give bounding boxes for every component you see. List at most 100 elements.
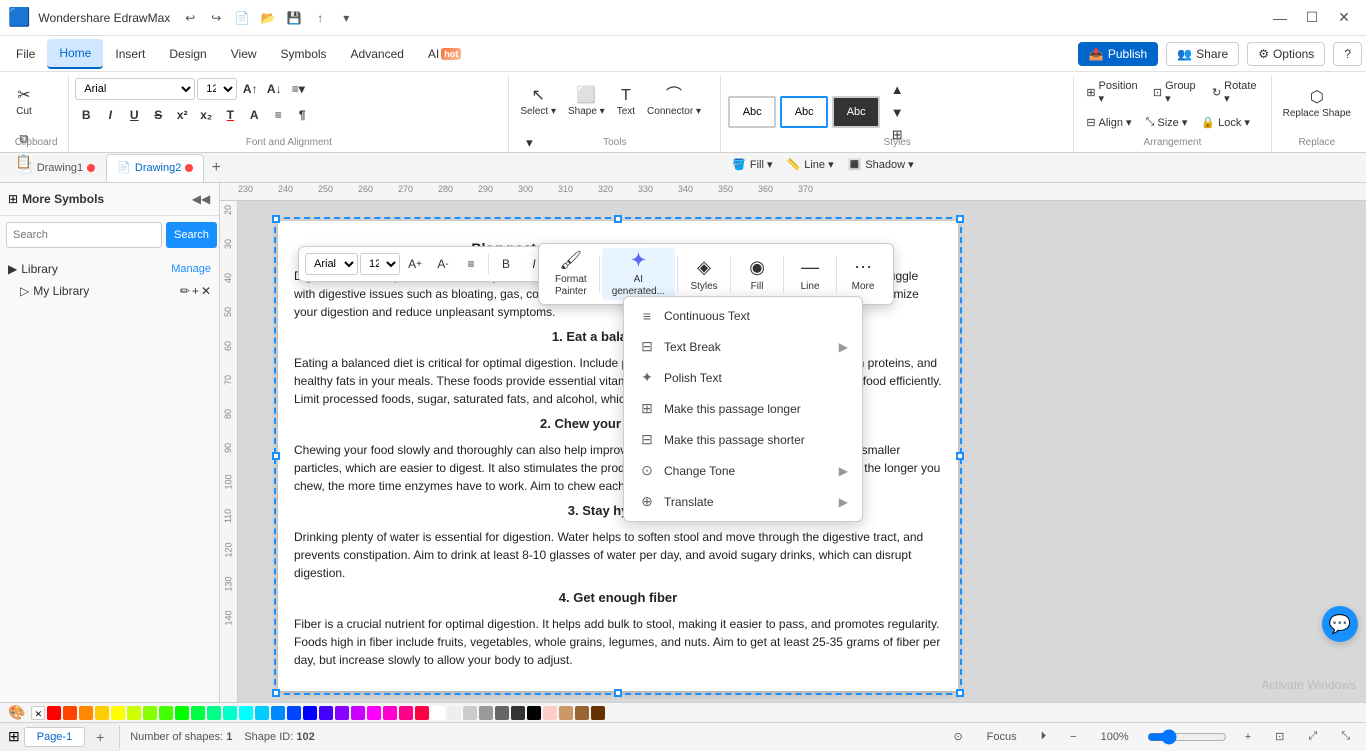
color-swatch[interactable] <box>79 706 93 720</box>
ft-size-select[interactable]: 12 <box>360 253 400 275</box>
ft-align-button[interactable]: ≡ <box>458 251 484 277</box>
color-swatch[interactable] <box>47 706 61 720</box>
color-swatch[interactable] <box>591 706 605 720</box>
color-swatch[interactable] <box>111 706 125 720</box>
color-swatch[interactable] <box>559 706 573 720</box>
tab-drawing2[interactable]: 📄 Drawing2 <box>106 154 204 182</box>
menu-symbols[interactable]: Symbols <box>269 39 339 69</box>
select-button[interactable]: ↖ Select ▾ <box>515 78 561 126</box>
color-swatch[interactable] <box>383 706 397 720</box>
new-button[interactable]: 📄 <box>230 6 254 30</box>
color-none[interactable]: ✕ <box>31 706 45 720</box>
color-swatch[interactable] <box>575 706 589 720</box>
search-button[interactable]: Search <box>166 222 217 248</box>
color-swatch[interactable] <box>367 706 381 720</box>
color-swatch[interactable] <box>207 706 221 720</box>
ft-increase-font[interactable]: A+ <box>402 251 428 277</box>
share-top-button[interactable]: 👥 Share <box>1166 42 1239 66</box>
ft-font-select[interactable]: Arial <box>305 253 358 275</box>
color-swatch[interactable] <box>255 706 269 720</box>
ctx-make-longer[interactable]: ⊞ Make this passage longer <box>624 393 862 424</box>
styles-down[interactable]: ▼ <box>883 101 911 123</box>
redo-button[interactable]: ↪ <box>204 6 228 30</box>
color-swatch[interactable] <box>463 706 477 720</box>
color-swatch[interactable] <box>175 706 189 720</box>
ai-more-button[interactable]: ⋯ More <box>839 248 887 300</box>
ctx-translate[interactable]: ⊕ Translate ▶ <box>624 486 862 517</box>
group-button[interactable]: ⊡Group ▾ <box>1147 78 1204 106</box>
ctx-make-shorter[interactable]: ⊟ Make this passage shorter <box>624 424 862 455</box>
style-box-3[interactable]: Abc <box>832 96 880 128</box>
color-swatch[interactable] <box>447 706 461 720</box>
text-button[interactable]: T Text <box>612 78 640 126</box>
menu-file[interactable]: File <box>4 39 47 69</box>
ctx-change-tone[interactable]: ⊙ Change Tone ▶ <box>624 455 862 486</box>
align-options-button[interactable]: ≡▾ <box>287 78 309 100</box>
ai-styles-button[interactable]: ◈ Styles <box>680 248 728 300</box>
maximize-button[interactable]: ☐ <box>1298 4 1326 32</box>
color-swatch[interactable] <box>399 706 413 720</box>
color-swatch[interactable] <box>511 706 525 720</box>
paragraph-button[interactable]: ¶ <box>291 104 313 126</box>
underline-button[interactable]: U <box>123 104 145 126</box>
shadow-button[interactable]: 🔳Shadow ▾ <box>843 150 919 178</box>
font-family-select[interactable]: ArialTimes New RomanCalibri <box>75 78 195 100</box>
library-header[interactable]: ▶ Library Manage <box>8 258 211 280</box>
menu-insert[interactable]: Insert <box>103 39 157 69</box>
align-button[interactable]: ⊟Align ▾ <box>1080 108 1137 136</box>
styles-up[interactable]: ▲ <box>883 78 911 100</box>
my-library-row[interactable]: ▷ My Library ✏ + ✕ <box>8 280 211 302</box>
add-tab-button[interactable]: + <box>204 156 228 180</box>
style-box-2[interactable]: Abc <box>780 96 828 128</box>
strikethrough-button[interactable]: S <box>147 104 169 126</box>
options-button[interactable]: ⚙ Options <box>1247 42 1325 66</box>
color-swatch[interactable] <box>543 706 557 720</box>
color-swatch[interactable] <box>351 706 365 720</box>
sidebar-collapse-button[interactable]: ◀◀ <box>191 189 211 209</box>
list-style-button[interactable]: ≡ <box>267 104 289 126</box>
color-swatch[interactable] <box>191 706 205 720</box>
ai-format-painter-button[interactable]: 🖌 FormatPainter <box>545 248 597 300</box>
help-button[interactable]: ? <box>1333 42 1362 66</box>
search-input[interactable] <box>6 222 162 248</box>
minimize-button[interactable]: — <box>1266 4 1294 32</box>
decrease-font-button[interactable]: A↓ <box>263 78 285 100</box>
color-swatch[interactable] <box>335 706 349 720</box>
color-swatch[interactable] <box>319 706 333 720</box>
paste-button[interactable]: 📋 <box>10 151 38 173</box>
chat-button[interactable]: 💬 <box>1322 606 1358 642</box>
color-swatch[interactable] <box>95 706 109 720</box>
ft-decrease-font[interactable]: A- <box>430 251 456 277</box>
open-button[interactable]: 📂 <box>256 6 280 30</box>
color-swatch[interactable] <box>271 706 285 720</box>
ai-generated-button[interactable]: ✦ AIgenerated... <box>602 248 675 300</box>
color-swatch[interactable] <box>527 706 541 720</box>
color-swatch[interactable] <box>303 706 317 720</box>
size-button[interactable]: ⤡Size ▾ <box>1140 108 1194 136</box>
replace-shape-button[interactable]: ⬡ Replace Shape <box>1278 78 1356 130</box>
color-swatch[interactable] <box>415 706 429 720</box>
color-swatch[interactable] <box>223 706 237 720</box>
ai-fill-button[interactable]: ◉ Fill <box>733 248 781 300</box>
ctx-polish-text[interactable]: ✦ Polish Text <box>624 362 862 393</box>
superscript-button[interactable]: x² <box>171 104 193 126</box>
font-size-select[interactable]: 81011121416 <box>197 78 237 100</box>
connector-button[interactable]: ⌒ Connector ▾ <box>642 78 706 126</box>
lib-add-icon[interactable]: + <box>192 284 199 298</box>
menu-ai[interactable]: AI hot <box>416 39 473 69</box>
ft-bold-button[interactable]: B <box>493 251 519 277</box>
menu-advanced[interactable]: Advanced <box>339 39 416 69</box>
ai-line-button[interactable]: — Line <box>786 248 834 300</box>
menu-home[interactable]: Home <box>47 39 103 69</box>
highlight-button[interactable]: A <box>243 104 265 126</box>
style-box-1[interactable]: Abc <box>728 96 776 128</box>
bold-button[interactable]: B <box>75 104 97 126</box>
subscript-button[interactable]: x₂ <box>195 104 217 126</box>
line-button[interactable]: 📏Line ▾ <box>782 150 839 178</box>
color-picker-icon[interactable]: 🎨 <box>8 704 25 721</box>
menu-design[interactable]: Design <box>157 39 218 69</box>
color-swatch[interactable] <box>143 706 157 720</box>
share-button[interactable]: ↑ <box>308 6 332 30</box>
lib-close-icon[interactable]: ✕ <box>201 284 211 298</box>
color-swatch[interactable] <box>127 706 141 720</box>
